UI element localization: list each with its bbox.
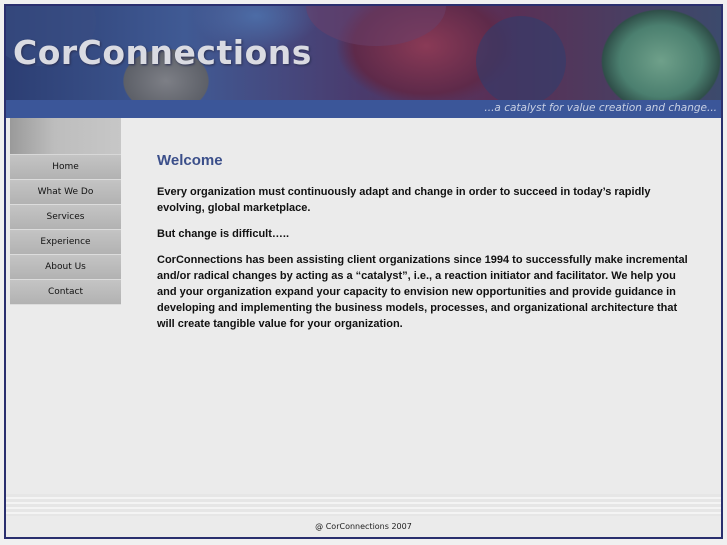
site-title[interactable]: CorConnections xyxy=(13,33,312,72)
intro-paragraph: Every organization must continuously ada… xyxy=(157,186,651,214)
footer-copyright: @ CorConnections 2007 xyxy=(315,522,412,531)
page-frame: CorConnections ...a catalyst for value c… xyxy=(4,4,723,539)
sidebar-item-home[interactable]: Home xyxy=(10,155,121,180)
sidebar-item-experience[interactable]: Experience xyxy=(10,230,121,255)
header-banner: CorConnections xyxy=(6,6,721,106)
footer-divider xyxy=(6,494,721,516)
sidebar-item-contact[interactable]: Contact xyxy=(10,280,121,305)
page-title: Welcome xyxy=(157,152,223,169)
about-paragraph: CorConnections has been assisting client… xyxy=(157,254,688,330)
change-paragraph: But change is difficult….. xyxy=(157,228,290,240)
sidebar-item-about-us[interactable]: About Us xyxy=(10,255,121,280)
gear-decoration xyxy=(306,6,446,46)
tagline: ...a catalyst for value creation and cha… xyxy=(484,102,717,114)
sidebar-nav: Home What We Do Services Experience Abou… xyxy=(10,118,121,305)
tagline-bar: ...a catalyst for value creation and cha… xyxy=(6,100,721,118)
gear-decoration xyxy=(476,16,566,106)
sidebar-item-what-we-do[interactable]: What We Do xyxy=(10,180,121,205)
sidebar-item-services[interactable]: Services xyxy=(10,205,121,230)
sidebar-header xyxy=(10,118,121,155)
main-content: Welcome Every organization must continuo… xyxy=(157,152,697,342)
